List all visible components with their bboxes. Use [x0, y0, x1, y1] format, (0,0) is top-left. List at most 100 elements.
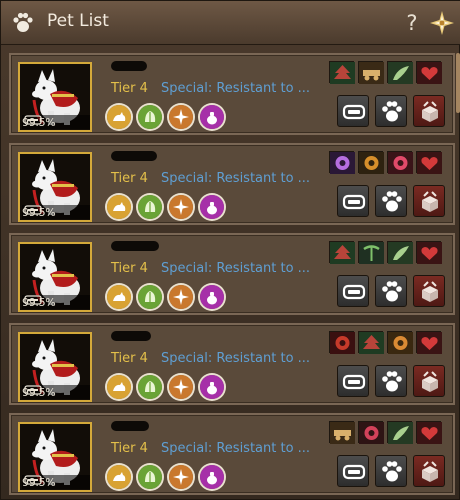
- skill-leaf-hand[interactable]: [138, 285, 162, 309]
- skill-leaf-hand[interactable]: [138, 465, 162, 489]
- pet-portrait[interactable]: 99.5%: [18, 422, 92, 492]
- trait-heart[interactable]: [416, 241, 442, 264]
- skill-pouch[interactable]: [200, 375, 224, 399]
- trait-heart[interactable]: [416, 61, 442, 84]
- feed-button[interactable]: [337, 365, 369, 397]
- feed-button[interactable]: [337, 95, 369, 127]
- skill-cat[interactable]: [107, 285, 131, 309]
- hunger-meter: 99.5%: [22, 205, 90, 219]
- trait-potion[interactable]: [387, 151, 413, 174]
- potion-icon: [388, 152, 413, 174]
- pet-skills-button[interactable]: [375, 455, 407, 487]
- scrollbar[interactable]: [456, 53, 460, 113]
- skill-pouch[interactable]: [200, 195, 224, 219]
- pet-tier: Tier 4: [111, 351, 148, 366]
- trait-list: [329, 421, 442, 444]
- skill-pouch[interactable]: [200, 105, 224, 129]
- skill-compass[interactable]: [169, 465, 193, 489]
- skill-cat[interactable]: [107, 465, 131, 489]
- trait-heart[interactable]: [416, 421, 442, 444]
- feed-bowl-icon: [342, 104, 366, 120]
- pet-list-window: Pet List ? 99.5% Tier 4 Special: Resista…: [0, 0, 460, 500]
- trait-cart[interactable]: [329, 421, 355, 444]
- skill-cat[interactable]: [107, 195, 131, 219]
- release-button[interactable]: [413, 95, 445, 127]
- feed-button[interactable]: [337, 275, 369, 307]
- settings-star-icon[interactable]: [429, 10, 455, 36]
- release-button[interactable]: [413, 365, 445, 397]
- release-button[interactable]: [413, 275, 445, 307]
- trait-list: [329, 331, 442, 354]
- pet-tier: Tier 4: [111, 171, 148, 186]
- pet-skills-button[interactable]: [375, 185, 407, 217]
- pet-portrait[interactable]: 99.5%: [18, 242, 92, 312]
- leaf-hand-icon: [138, 195, 162, 219]
- pet-name-redacted: [111, 61, 147, 71]
- pet-card-3[interactable]: 99.5% Tier 4 Special: Resistant to ...: [9, 233, 455, 315]
- pet-card-1[interactable]: 99.5% Tier 4 Special: Resistant to ...: [9, 53, 455, 135]
- skill-list: [107, 375, 224, 399]
- pet-skills-button[interactable]: [375, 275, 407, 307]
- pet-portrait[interactable]: 99.5%: [18, 152, 92, 222]
- trait-horse[interactable]: [358, 151, 384, 174]
- trait-cart[interactable]: [358, 61, 384, 84]
- hunger-meter: 99.5%: [22, 115, 90, 129]
- skill-cat[interactable]: [107, 375, 131, 399]
- leaf-hand-icon: [138, 375, 162, 399]
- paw-icon: [13, 12, 33, 32]
- release-button[interactable]: [413, 455, 445, 487]
- bag-icon: [388, 332, 413, 354]
- skill-leaf-hand[interactable]: [138, 375, 162, 399]
- trait-bag[interactable]: [387, 331, 413, 354]
- feed-bowl-icon: [342, 194, 366, 210]
- compass-icon: [169, 285, 193, 309]
- skill-pouch[interactable]: [200, 285, 224, 309]
- trait-boot[interactable]: [358, 421, 384, 444]
- trait-wing[interactable]: [387, 61, 413, 84]
- boot-icon: [359, 422, 384, 444]
- paw-print-icon: [382, 371, 402, 392]
- skill-pouch[interactable]: [200, 465, 224, 489]
- trait-wing[interactable]: [387, 241, 413, 264]
- pet-card-4[interactable]: 99.5% Tier 4 Special: Resistant to ...: [9, 323, 455, 405]
- skill-compass[interactable]: [169, 375, 193, 399]
- pet-skills-button[interactable]: [375, 365, 407, 397]
- feed-bowl-icon: [342, 284, 366, 300]
- tree-icon: [359, 332, 384, 354]
- trait-tree[interactable]: [329, 61, 355, 84]
- pet-name-redacted: [111, 241, 159, 251]
- trait-tree[interactable]: [358, 331, 384, 354]
- feed-button[interactable]: [337, 185, 369, 217]
- horse-icon: [359, 152, 384, 174]
- trait-heart[interactable]: [416, 331, 442, 354]
- pet-card-5[interactable]: 99.5% Tier 4 Special: Resistant to ...: [9, 413, 455, 495]
- trait-tree[interactable]: [329, 241, 355, 264]
- heart-icon: [417, 422, 442, 444]
- skill-compass[interactable]: [169, 105, 193, 129]
- pet-portrait[interactable]: 99.5%: [18, 332, 92, 402]
- feed-button[interactable]: [337, 455, 369, 487]
- pet-actions: [337, 275, 445, 307]
- help-button[interactable]: ?: [399, 9, 425, 37]
- pet-card-2[interactable]: 99.5% Tier 4 Special: Resistant to ...: [9, 143, 455, 225]
- trait-mage[interactable]: [329, 151, 355, 174]
- release-button[interactable]: [413, 185, 445, 217]
- paw-print-icon: [382, 191, 402, 212]
- skill-leaf-hand[interactable]: [138, 105, 162, 129]
- food-bowl-icon: [24, 115, 42, 125]
- compass-icon: [169, 375, 193, 399]
- skill-compass[interactable]: [169, 285, 193, 309]
- trait-wing[interactable]: [387, 421, 413, 444]
- trait-pickaxe[interactable]: [358, 241, 384, 264]
- food-bowl-icon: [24, 205, 42, 215]
- trait-heart[interactable]: [416, 151, 442, 174]
- trait-shield[interactable]: [329, 331, 355, 354]
- cat-icon: [107, 195, 131, 219]
- skill-compass[interactable]: [169, 195, 193, 219]
- cat-icon: [107, 105, 131, 129]
- pet-portrait[interactable]: 99.5%: [18, 62, 92, 132]
- skill-cat[interactable]: [107, 105, 131, 129]
- shield-icon: [330, 332, 355, 354]
- pet-skills-button[interactable]: [375, 95, 407, 127]
- skill-leaf-hand[interactable]: [138, 195, 162, 219]
